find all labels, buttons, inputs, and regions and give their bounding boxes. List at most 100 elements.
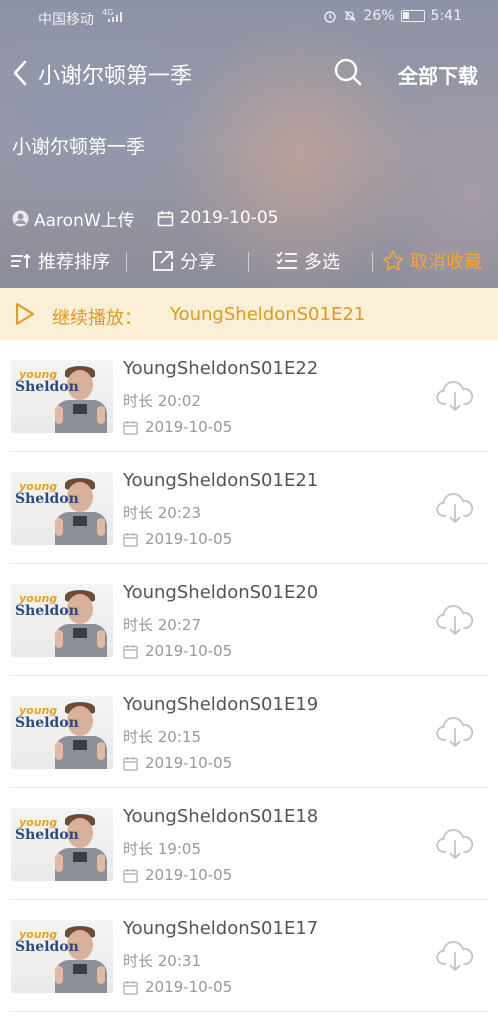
action-bar: 推荐排序 分享 多选 取消收藏	[0, 244, 498, 280]
calendar-icon	[123, 756, 138, 771]
episode-duration: 时长 20:27	[123, 616, 201, 634]
thumbnail-hand	[97, 518, 105, 536]
cloud-download-icon[interactable]	[436, 716, 474, 748]
sort-button[interactable]: 推荐排序	[10, 248, 110, 274]
episode-duration: 时长 20:02	[123, 392, 201, 410]
calendar-icon	[157, 210, 173, 226]
episode-date: 2019-10-05	[145, 530, 233, 548]
episode-item[interactable]: young Sheldon YoungSheldonS01E17 时长 20:3…	[0, 900, 498, 1012]
checklist-icon	[276, 251, 297, 269]
episode-thumbnail: young Sheldon	[11, 584, 113, 657]
episode-duration: 时长 20:23	[123, 504, 201, 522]
thumbnail-logo-sheldon: Sheldon	[15, 491, 79, 507]
episode-item[interactable]: young Sheldon YoungSheldonS01E20 时长 20:2…	[0, 564, 498, 676]
back-arrow-icon[interactable]	[8, 56, 34, 90]
episode-date-row: 2019-10-05	[123, 866, 232, 884]
action-divider	[126, 252, 127, 272]
upload-date: 2019-10-05	[179, 208, 279, 228]
carrier-name: 中国移动	[38, 12, 94, 28]
calendar-icon	[123, 868, 138, 883]
episode-date-row: 2019-10-05	[123, 754, 232, 772]
thumbnail-hand	[97, 742, 105, 760]
thumbnail-logo-sheldon: Sheldon	[15, 379, 79, 395]
episode-item[interactable]: young Sheldon YoungSheldonS01E18 时长 19:0…	[0, 788, 498, 900]
action-divider	[372, 252, 373, 272]
episode-title: YoungSheldonS01E21	[123, 470, 319, 491]
thumbnail-hand	[55, 518, 63, 536]
calendar-icon	[123, 980, 138, 995]
cloud-download-icon[interactable]	[436, 492, 474, 524]
episode-duration: 时长 20:15	[123, 728, 201, 746]
episode-date-row: 2019-10-05	[123, 978, 232, 996]
episode-date: 2019-10-05	[145, 866, 233, 884]
thumbnail-logo-sheldon: Sheldon	[15, 939, 79, 955]
nav-bar: 小谢尔顿第一季 全部下载	[0, 52, 498, 96]
episode-thumbnail: young Sheldon	[11, 920, 113, 993]
episode-title: YoungSheldonS01E18	[123, 806, 319, 827]
episode-thumbnail: young Sheldon	[11, 696, 113, 769]
thumbnail-logo-sheldon: Sheldon	[15, 715, 79, 731]
thumbnail-hand	[97, 630, 105, 648]
cloud-download-icon[interactable]	[436, 940, 474, 972]
thumbnail-hand	[97, 966, 105, 984]
status-bar: 中国移动 4G 26% 5:41	[0, 0, 498, 34]
multi-select-button[interactable]: 多选	[276, 248, 340, 274]
thumbnail-hand	[55, 742, 63, 760]
episode-thumbnail: young Sheldon	[11, 808, 113, 881]
episode-item[interactable]: young Sheldon YoungSheldonS01E21 时长 20:2…	[0, 452, 498, 564]
share-button[interactable]: 分享	[152, 248, 216, 274]
status-right: 26% 5:41	[323, 8, 462, 24]
unfavorite-label: 取消收藏	[410, 252, 482, 273]
thumbnail-hand	[55, 854, 63, 872]
thumbnail-tie	[73, 740, 87, 750]
episode-item[interactable]: young Sheldon YoungSheldonS01E22 时长 20:0…	[0, 340, 498, 452]
calendar-icon	[123, 420, 138, 435]
cloud-download-icon[interactable]	[436, 604, 474, 636]
episode-thumbnail: young Sheldon	[11, 472, 113, 545]
album-meta: AaronW上传 2019-10-05	[12, 205, 278, 231]
signal-icon	[108, 12, 122, 22]
search-icon[interactable]	[332, 56, 364, 88]
calendar-icon	[123, 532, 138, 547]
share-label: 分享	[180, 252, 216, 273]
multi-select-label: 多选	[304, 252, 340, 273]
share-icon	[153, 251, 173, 271]
thumbnail-hand	[97, 406, 105, 424]
episode-item[interactable]: young Sheldon YoungSheldonS01E19 时长 20:1…	[0, 676, 498, 788]
thumbnail-hand	[55, 406, 63, 424]
thumbnail-tie	[73, 852, 87, 862]
action-divider	[248, 252, 249, 272]
sort-icon	[11, 253, 31, 268]
unfavorite-button[interactable]: 取消收藏	[382, 248, 482, 274]
thumbnail-tie	[73, 628, 87, 638]
continue-play-episode: YoungSheldonS01E21	[170, 304, 366, 325]
thumbnail-hand	[55, 966, 63, 984]
star-icon	[382, 250, 404, 271]
battery-percent: 26%	[363, 8, 395, 24]
cloud-download-icon[interactable]	[436, 380, 474, 412]
alarm-icon	[324, 11, 337, 23]
episode-date: 2019-10-05	[145, 978, 233, 996]
episode-title: YoungSheldonS01E17	[123, 918, 319, 939]
calendar-icon	[123, 644, 138, 659]
episode-date: 2019-10-05	[145, 418, 233, 436]
episode-title: YoungSheldonS01E20	[123, 582, 319, 603]
thumbnail-logo-sheldon: Sheldon	[15, 827, 79, 843]
thumbnail-hand	[97, 854, 105, 872]
episode-date-row: 2019-10-05	[123, 418, 232, 436]
cloud-download-icon[interactable]	[436, 828, 474, 860]
thumbnail-tie	[73, 964, 87, 974]
play-icon	[16, 303, 34, 325]
episode-duration: 时长 19:05	[123, 840, 201, 858]
battery-icon	[400, 10, 425, 22]
episode-duration: 时长 20:31	[123, 952, 201, 970]
episode-date: 2019-10-05	[145, 754, 233, 772]
episode-title: YoungSheldonS01E22	[123, 358, 319, 379]
continue-play-bar[interactable]: 继续播放： YoungSheldonS01E21	[0, 288, 498, 340]
download-all-button[interactable]: 全部下载	[398, 60, 478, 89]
uploader-label: AaronW上传	[34, 210, 135, 231]
episode-title: YoungSheldonS01E19	[123, 694, 319, 715]
album-title: 小谢尔顿第一季	[12, 136, 146, 158]
sort-label: 推荐排序	[38, 252, 110, 273]
episode-date-row: 2019-10-05	[123, 530, 232, 548]
